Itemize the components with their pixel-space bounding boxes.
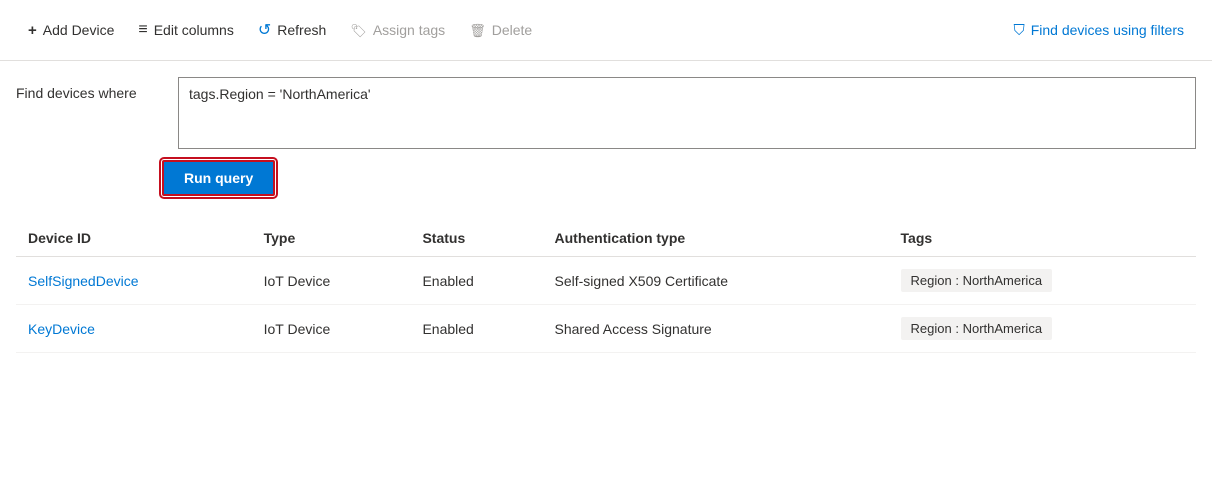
col-auth-type: Authentication type — [543, 220, 889, 257]
table-section: Device ID Type Status Authentication typ… — [0, 196, 1212, 353]
find-devices-label: Find devices using filters — [1031, 22, 1184, 38]
tag-icon — [350, 22, 367, 39]
toolbar-left: Add Device Edit columns Refresh Assign t… — [16, 12, 997, 48]
table-row: SelfSignedDevice IoT DeviceEnabledSelf-si… — [16, 257, 1196, 305]
edit-columns-icon — [138, 21, 147, 39]
run-query-wrapper: Run query — [0, 152, 1212, 196]
add-device-button[interactable]: Add Device — [16, 14, 126, 47]
device-type: IoT Device — [252, 305, 411, 353]
device-id-link[interactable]: SelfSignedDevice — [28, 273, 139, 289]
query-label: Find devices where — [16, 77, 166, 101]
refresh-button[interactable]: Refresh — [246, 12, 338, 48]
edit-columns-button[interactable]: Edit columns — [126, 13, 246, 47]
add-device-label: Add Device — [43, 22, 115, 38]
filter-icon — [1013, 22, 1024, 39]
col-tags: Tags — [889, 220, 1196, 257]
device-auth-type: Shared Access Signature — [543, 305, 889, 353]
run-query-button[interactable]: Run query — [162, 160, 275, 196]
query-input[interactable]: tags.Region = 'NorthAmerica' — [178, 77, 1196, 149]
device-auth-type: Self-signed X509 Certificate — [543, 257, 889, 305]
run-query-label: Run query — [184, 170, 253, 186]
device-tags: Region : NorthAmerica — [889, 305, 1196, 353]
delete-label: Delete — [492, 22, 532, 38]
refresh-icon — [258, 20, 271, 40]
refresh-label: Refresh — [277, 22, 326, 38]
col-device-id: Device ID — [16, 220, 252, 257]
find-devices-button[interactable]: Find devices using filters — [1001, 14, 1196, 47]
devices-table: Device ID Type Status Authentication typ… — [16, 220, 1196, 353]
table-row: KeyDevice IoT DeviceEnabledShared Access … — [16, 305, 1196, 353]
assign-tags-label: Assign tags — [373, 22, 445, 38]
device-id-link[interactable]: KeyDevice — [28, 321, 95, 337]
col-status: Status — [410, 220, 542, 257]
device-type: IoT Device — [252, 257, 411, 305]
col-type: Type — [252, 220, 411, 257]
delete-icon — [469, 22, 486, 39]
table-header-row: Device ID Type Status Authentication typ… — [16, 220, 1196, 257]
toolbar: Add Device Edit columns Refresh Assign t… — [0, 0, 1212, 61]
toolbar-right: Find devices using filters — [1001, 14, 1196, 47]
delete-button[interactable]: Delete — [457, 14, 544, 47]
assign-tags-button[interactable]: Assign tags — [338, 14, 457, 47]
query-section: Find devices where tags.Region = 'NorthA… — [0, 61, 1212, 152]
edit-columns-label: Edit columns — [154, 22, 234, 38]
device-status: Enabled — [410, 305, 542, 353]
tag-badge: Region : NorthAmerica — [901, 317, 1053, 340]
plus-icon — [28, 22, 37, 39]
device-status: Enabled — [410, 257, 542, 305]
query-input-area: tags.Region = 'NorthAmerica' — [178, 77, 1196, 152]
device-tags: Region : NorthAmerica — [889, 257, 1196, 305]
tag-badge: Region : NorthAmerica — [901, 269, 1053, 292]
